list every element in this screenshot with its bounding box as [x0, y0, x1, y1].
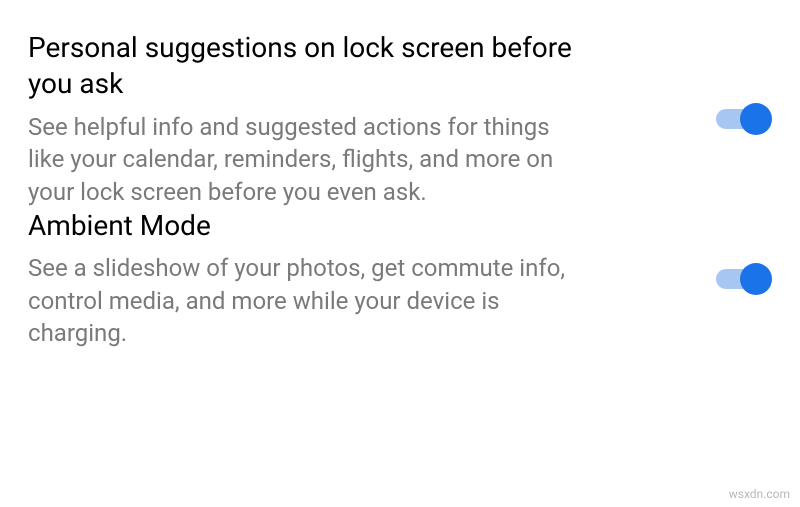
setting-personal-suggestions[interactable]: Personal suggestions on lock screen befo…	[28, 30, 772, 208]
setting-text-block: Ambient Mode See a slideshow of your pho…	[28, 208, 588, 350]
toggle-thumb	[740, 263, 772, 295]
toggle-thumb	[740, 103, 772, 135]
setting-title: Ambient Mode	[28, 208, 588, 244]
setting-description: See a slideshow of your photos, get comm…	[28, 252, 588, 349]
setting-title: Personal suggestions on lock screen befo…	[28, 30, 588, 103]
watermark: wsxdn.com	[729, 487, 790, 501]
toggle-personal-suggestions[interactable]	[716, 103, 772, 135]
toggle-ambient-mode[interactable]	[716, 263, 772, 295]
setting-text-block: Personal suggestions on lock screen befo…	[28, 30, 588, 208]
setting-description: See helpful info and suggested actions f…	[28, 111, 588, 208]
setting-ambient-mode[interactable]: Ambient Mode See a slideshow of your pho…	[28, 208, 772, 350]
